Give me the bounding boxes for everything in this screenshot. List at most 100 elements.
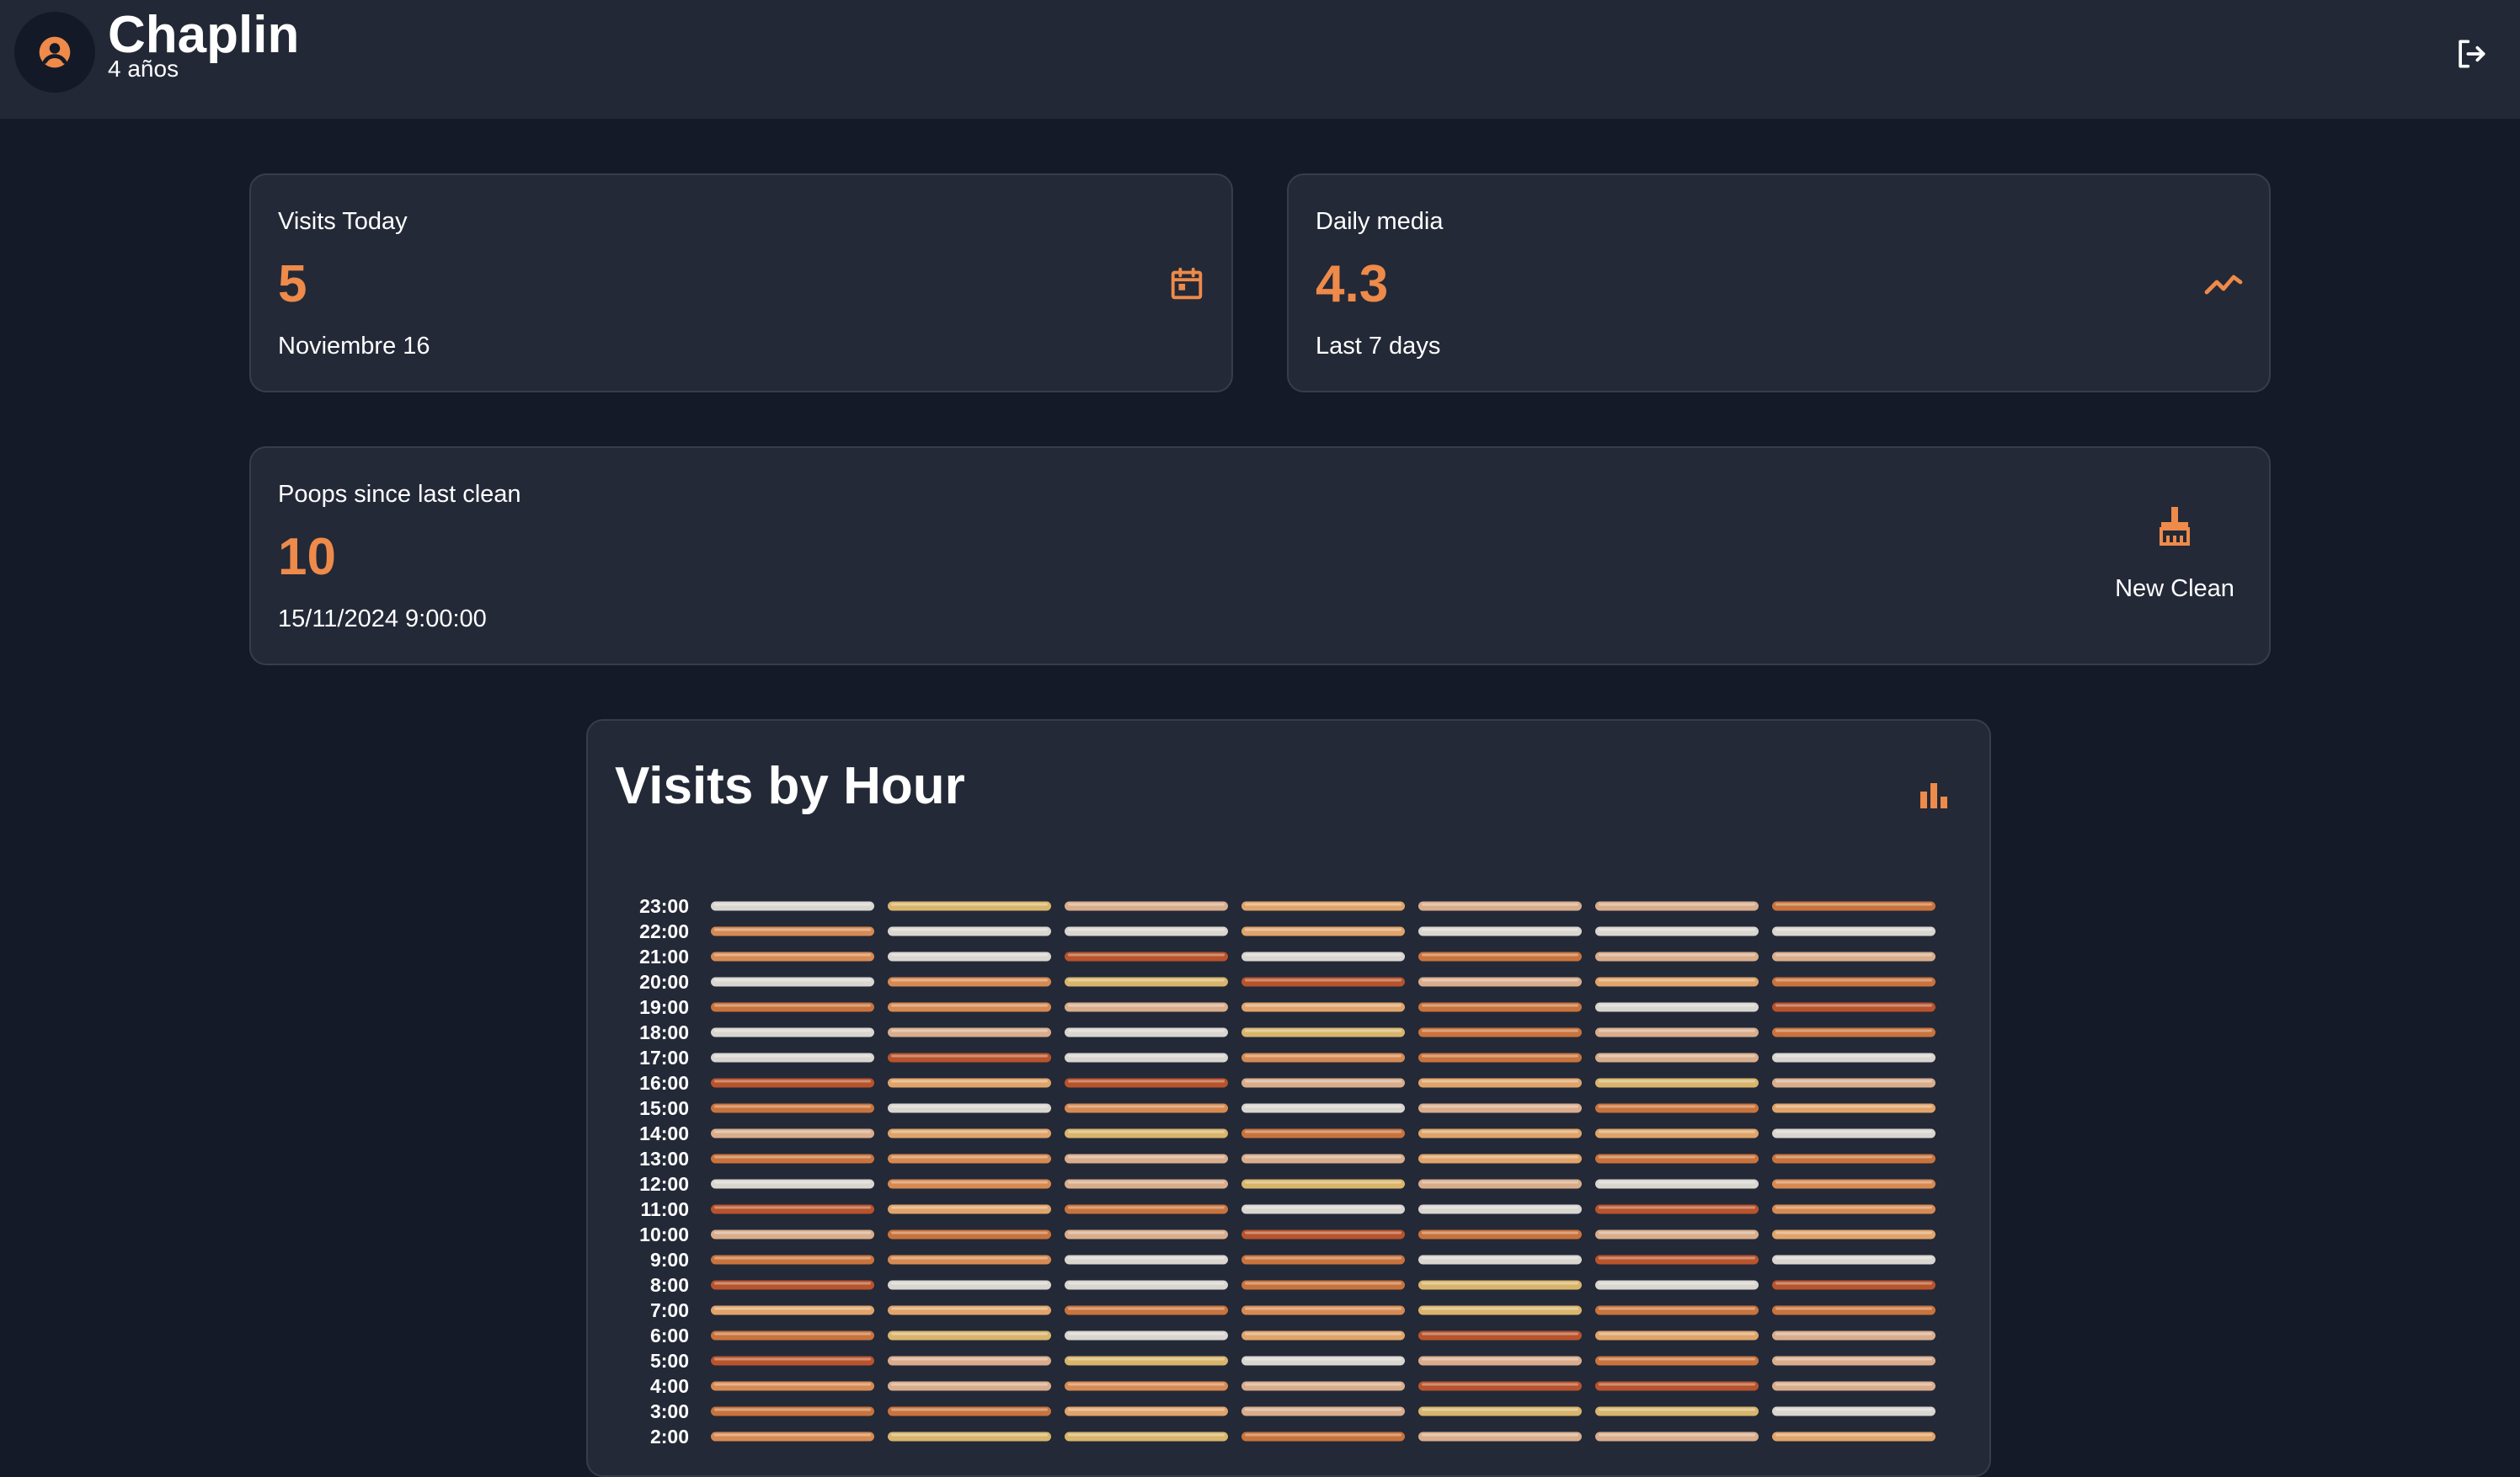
visits-today-value: 5 [278,255,307,313]
heatmap-cell [1595,1255,1759,1265]
hour-label: 16:00 [639,1072,689,1094]
heatmap-cell-highlight [1599,1054,1755,1058]
heatmap-cell [1772,1027,1935,1037]
heatmap-cell-highlight [714,1130,871,1133]
heatmap-cell [1772,1280,1935,1290]
heatmap-cell-highlight [1068,1383,1225,1386]
heatmap-cell-highlight [1599,1357,1755,1361]
heatmap-cell [1241,1432,1405,1442]
heatmap-cell [1772,1204,1935,1214]
heatmap-cell [1772,926,1935,936]
heatmap-cell-highlight [714,1357,871,1361]
heatmap-cell-highlight [1068,1130,1225,1133]
heatmap-cell [1065,1179,1228,1189]
heatmap-cell [1065,1381,1228,1391]
heatmap-cell [1241,1002,1405,1012]
heatmap-cell [1772,1406,1935,1416]
heatmap-cell [711,1103,874,1113]
heatmap-cell-highlight [1245,1155,1401,1159]
logout-button[interactable] [2449,32,2493,76]
heatmap-cell [1595,1356,1759,1366]
broom-icon [2153,504,2197,547]
heatmap-cell-highlight [714,978,871,982]
heatmap-cell [1772,1053,1935,1063]
heatmap-cell-highlight [1245,1004,1401,1007]
top-bar: Chaplin 4 años [0,0,2520,119]
heatmap-cell [888,1432,1051,1442]
heatmap-cell-highlight [1422,1029,1578,1032]
heatmap-cell-highlight [1245,1130,1401,1133]
heatmap-cell-highlight [714,1206,871,1209]
heatmap-cell [711,1356,874,1366]
heatmap-cell [1418,952,1582,962]
heatmap-cell-highlight [714,1433,871,1437]
avatar[interactable] [14,12,95,93]
heatmap-cell [1418,1002,1582,1012]
heatmap-cell [1418,1406,1582,1416]
heatmap-cell-highlight [1068,1004,1225,1007]
heatmap-cell-highlight [714,1307,871,1310]
heatmap-cell [1065,952,1228,962]
heatmap-cell-highlight [1068,903,1225,906]
heatmap-cell [1418,977,1582,987]
heatmap-cell-highlight [1422,1181,1578,1184]
heatmap-cell [1065,1330,1228,1341]
heatmap-cell-highlight [1775,1029,1932,1032]
heatmap-cell-highlight [1599,1004,1755,1007]
heatmap-cell-highlight [1422,1383,1578,1386]
heatmap-cell-highlight [891,1181,1048,1184]
heatmap-cell-highlight [1422,1282,1578,1285]
heatmap-cell [888,1002,1051,1012]
heatmap-cell-highlight [1245,1408,1401,1411]
heatmap-cell-highlight [891,1231,1048,1234]
hour-label: 5:00 [650,1350,689,1372]
heatmap-cell [1418,1229,1582,1240]
heatmap-cell [711,1229,874,1240]
heatmap-cell-highlight [891,1029,1048,1032]
heatmap-cell-highlight [891,1155,1048,1159]
heatmap-cell-highlight [1068,1029,1225,1032]
heatmap-cell [711,1406,874,1416]
heatmap-cell-highlight [1422,978,1578,982]
heatmap-cell [1241,1356,1405,1366]
heatmap-cell-highlight [1068,1080,1225,1083]
hour-label: 13:00 [639,1148,689,1170]
hour-label: 19:00 [639,996,689,1018]
heatmap-cell [888,977,1051,987]
heatmap-cell [1065,1280,1228,1290]
pet-age: 4 años [108,56,179,82]
heatmap-cell [888,1053,1051,1063]
heatmap-cell [1241,1078,1405,1088]
new-clean-button[interactable]: New Clean [2107,504,2242,605]
heatmap-cell [1418,1204,1582,1214]
heatmap-cell [1418,1053,1582,1063]
heatmap-cell-highlight [714,1029,871,1032]
heatmap-cell-highlight [1599,1307,1755,1310]
heatmap-cell [1772,1356,1935,1366]
heatmap-cell-highlight [1599,1206,1755,1209]
heatmap-cell-highlight [1245,978,1401,982]
heatmap-cell [711,1053,874,1063]
heatmap-cell [1595,1002,1759,1012]
heatmap-cell [1772,1154,1935,1164]
calendar-icon [1166,263,1208,305]
heatmap-cell [1065,1002,1228,1012]
heatmap-cell [1595,1406,1759,1416]
heatmap-cell [1772,901,1935,911]
heatmap-cell [1772,977,1935,987]
heatmap-cell-highlight [1422,1332,1578,1336]
heatmap-cell-highlight [1068,1332,1225,1336]
heatmap-cell [711,1432,874,1442]
heatmap-cell [1595,1432,1759,1442]
heatmap-cell [711,1305,874,1315]
heatmap-cell-highlight [1775,1004,1932,1007]
heatmap-cell-highlight [714,903,871,906]
heatmap-cell-highlight [714,1231,871,1234]
heatmap-cell [1065,1053,1228,1063]
heatmap-cell-highlight [1245,1357,1401,1361]
heatmap-cell-highlight [1422,1408,1578,1411]
heatmap-cell-highlight [891,1256,1048,1260]
heatmap-cell-highlight [1245,1181,1401,1184]
heatmap-cell [888,1381,1051,1391]
hour-label: 6:00 [650,1325,689,1346]
